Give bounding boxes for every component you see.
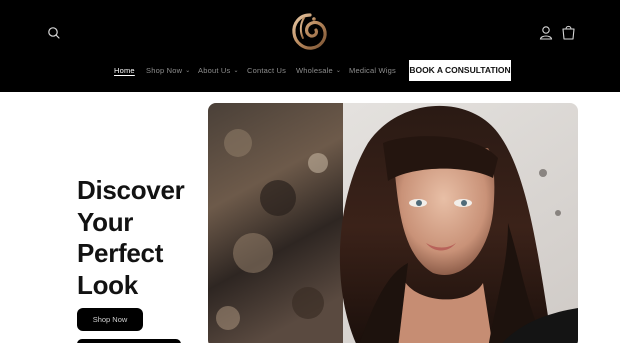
nav-item-label: Shop Now	[146, 66, 183, 75]
brand-logo[interactable]	[290, 12, 330, 52]
chevron-down-icon: ⌄	[233, 68, 239, 74]
secondary-button[interactable]	[77, 339, 181, 343]
book-consultation-button[interactable]: BOOK A CONSULTATION	[409, 60, 511, 81]
nav-item-label: About Us	[198, 66, 231, 75]
chevron-down-icon: ⌄	[185, 68, 191, 74]
search-icon	[48, 27, 60, 39]
search-button[interactable]	[45, 24, 63, 42]
cart-icon	[562, 25, 575, 40]
site-header: Home Shop Now ⌄ About Us ⌄ Contact Us Whol…	[0, 0, 620, 92]
nav-item-label: Home	[114, 66, 135, 75]
main-nav: Home Shop Now ⌄ About Us ⌄ Contact Us Whol…	[0, 60, 620, 82]
shop-now-button[interactable]: Shop Now	[77, 308, 143, 331]
nav-item-contact-us[interactable]: Contact Us	[247, 66, 286, 75]
hero-title-line: Look	[77, 269, 138, 300]
hero-title: Discover Your Perfect Look	[77, 175, 207, 301]
account-icon	[539, 26, 553, 40]
hero-title-line: Discover	[77, 175, 185, 205]
account-button[interactable]	[538, 24, 554, 42]
hero-title-line: Your	[77, 206, 134, 237]
chevron-down-icon: ⌄	[335, 68, 342, 74]
nav-item-home[interactable]: Home	[114, 66, 135, 75]
nav-item-medical-wigs[interactable]: Medical Wigs	[349, 66, 396, 75]
cart-button[interactable]	[560, 23, 577, 42]
hero-image	[208, 103, 578, 343]
nav-item-label: Wholesale	[296, 66, 333, 75]
nav-item-wholesale[interactable]: Wholesale ⌄	[296, 66, 341, 75]
brand-logo-icon	[292, 13, 327, 50]
nav-item-label: Medical Wigs	[349, 66, 396, 75]
nav-item-label: Contact Us	[247, 66, 287, 75]
hero-title-line: Perfect	[77, 238, 164, 268]
page: Home Shop Now ⌄ About Us ⌄ Contact Us Whol…	[0, 0, 620, 343]
nav-item-about-us[interactable]: About Us ⌄	[198, 66, 239, 75]
nav-item-shop-now[interactable]: Shop Now ⌄	[146, 66, 190, 75]
model-portrait-image	[208, 103, 578, 343]
